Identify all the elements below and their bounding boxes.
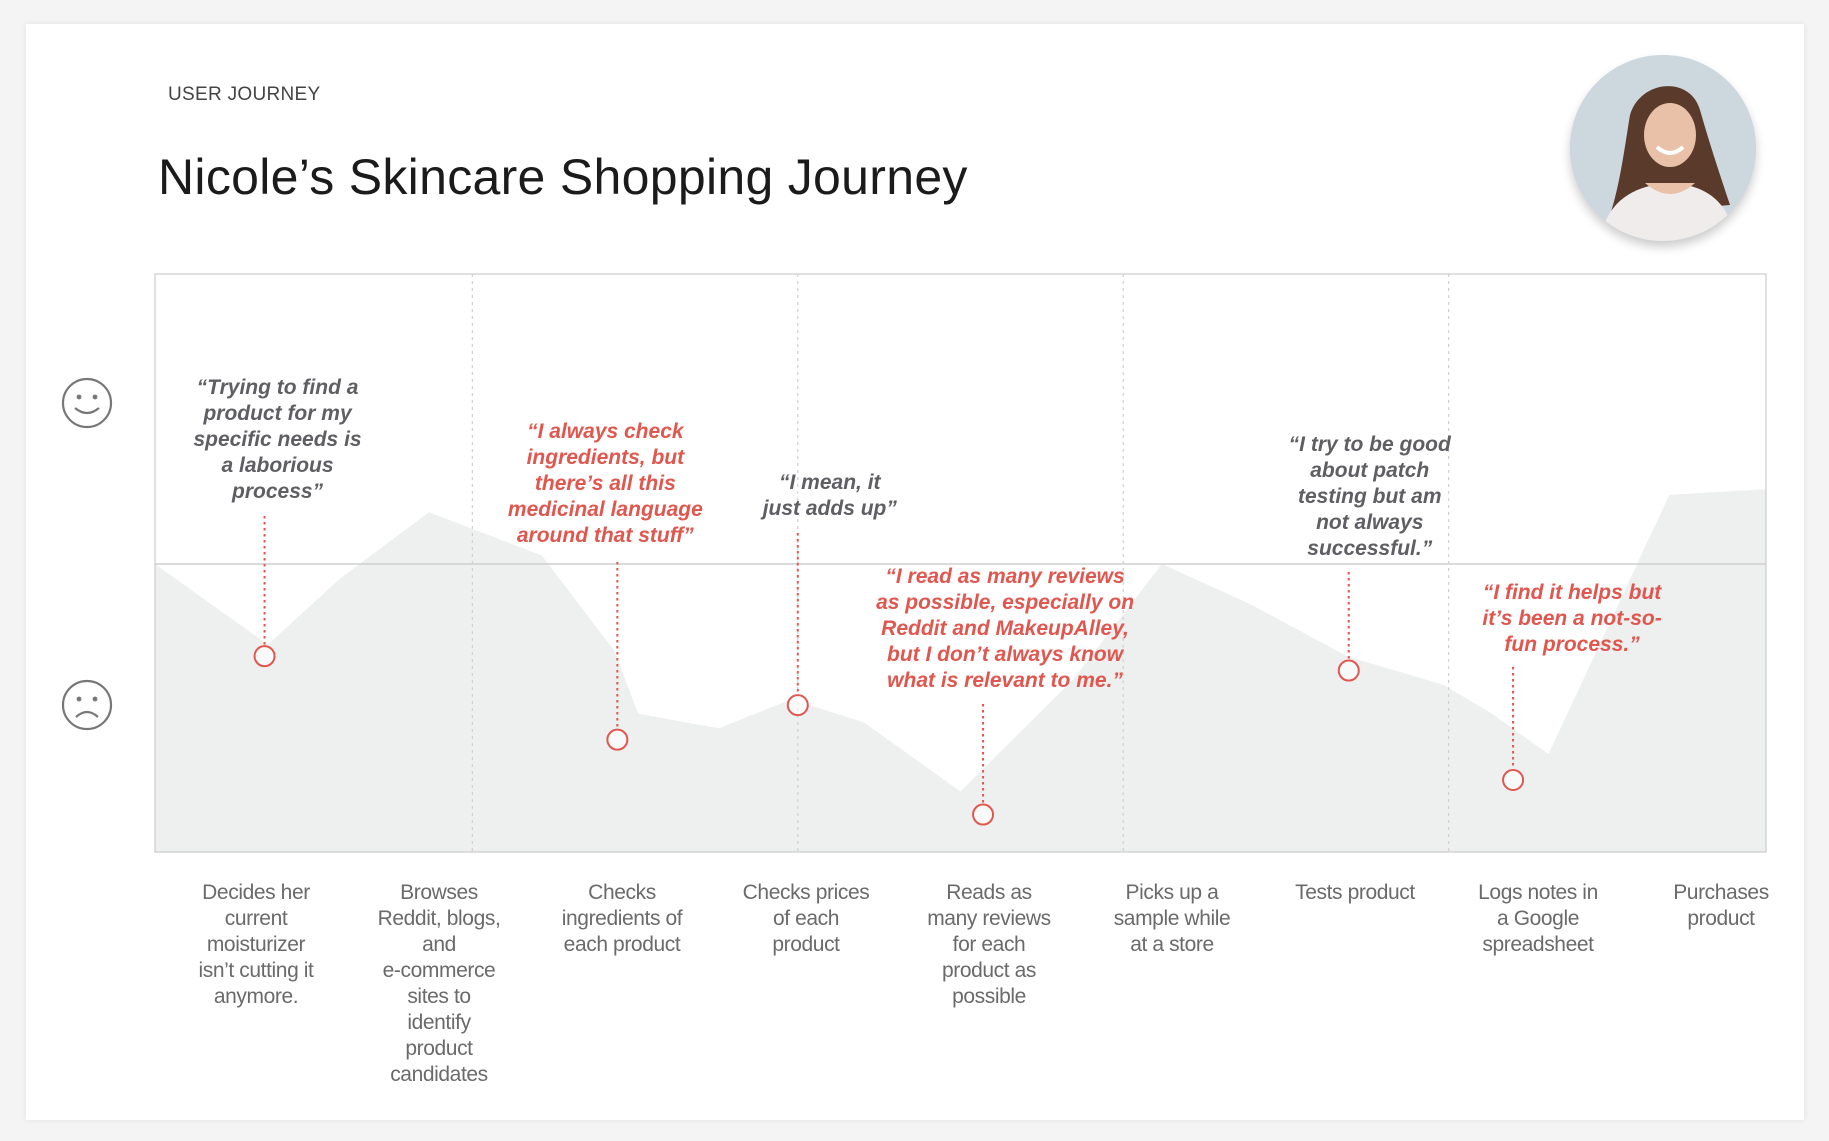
- journey-step-5: Reads as many reviews for each product a…: [927, 881, 1051, 1008]
- quote-1: “Trying to find a product for my specifi…: [193, 376, 362, 503]
- touchpoint-marker-6: [1502, 769, 1525, 791]
- touchpoint-marker-1: [253, 645, 276, 668]
- journey-step-1: Decides her current moisturizer isn’t cu…: [198, 881, 314, 1008]
- journey-step-7: Tests product: [1295, 881, 1415, 904]
- journey-step-6: Picks up a sample while at a store: [1113, 881, 1231, 956]
- quote-6: “I find it helps but it’s been a not-so-…: [1482, 581, 1662, 656]
- touchpoint-marker-2: [606, 728, 629, 751]
- quote-3: “I mean, it just adds up”: [762, 471, 897, 520]
- journey-step-2: Browses Reddit, blogs, and e-commerce si…: [377, 881, 501, 1086]
- quote-4: “I read as many reviews as possible, esp…: [876, 565, 1135, 692]
- touchpoint-marker-3: [786, 694, 809, 717]
- quote-2: “I always check ingredients, but there’s…: [507, 420, 703, 547]
- journey-step-9: Purchases product: [1673, 881, 1769, 930]
- journey-step-8: Logs notes in a Google spreadsheet: [1478, 881, 1598, 956]
- quote-5: “I try to be good about patch testing bu…: [1288, 433, 1451, 560]
- journey-step-3: Checks ingredients of each product: [561, 881, 683, 956]
- touchpoint-marker-4: [972, 803, 995, 826]
- touchpoint-marker-5: [1337, 659, 1360, 682]
- journey-step-4: Checks prices of each product: [742, 881, 870, 956]
